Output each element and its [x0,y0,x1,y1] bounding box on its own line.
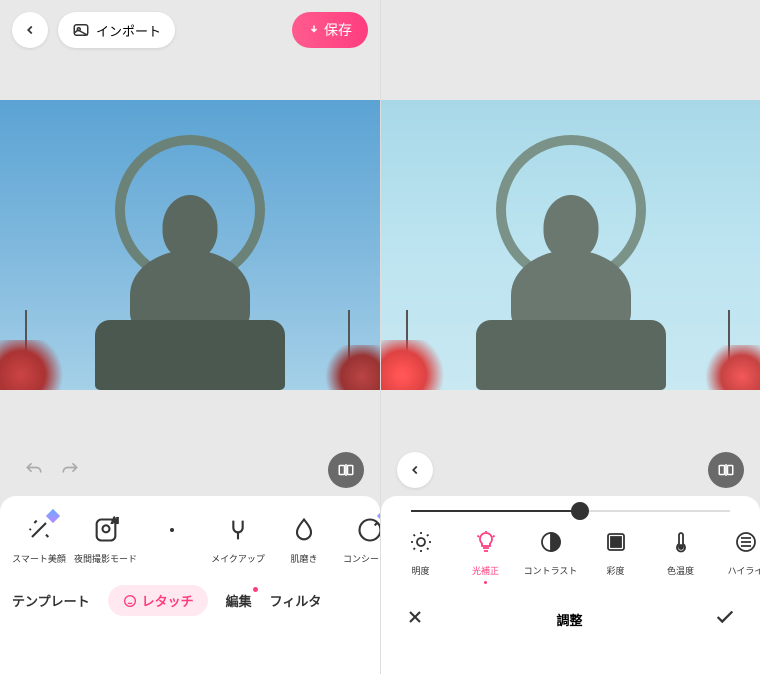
adj-contrast[interactable]: コントラスト [519,528,582,584]
tool-concealer[interactable]: コンシーラー [339,514,380,565]
save-label: 保存 [324,20,352,40]
adj-highlight[interactable]: ハイライ [714,528,760,584]
import-label: インポート [96,21,161,40]
panel-title: 調整 [425,610,714,629]
slider-thumb[interactable] [571,502,589,520]
tab-filter[interactable]: フィルタ [270,591,322,610]
save-button[interactable]: 保存 [292,12,368,48]
history-bar [0,445,380,495]
left-panel: インポート 保存 スマート美顔 AI 夜間撮影モード [0,0,380,674]
adj-light-correct[interactable]: 光補正 [454,528,517,584]
bottom-panel: スマート美顔 AI 夜間撮影モード メイクアップ 肌磨き コンシーラー テ [0,496,380,674]
adjustments-row: 明度 光補正 コントラスト 彩度 色温度 ハイライ [381,516,760,596]
tab-retouch[interactable]: レタッチ [108,585,208,616]
compare-button-right[interactable] [708,452,744,488]
confirm-button[interactable] [714,606,736,633]
svg-text:AI: AI [111,518,118,525]
adj-saturation[interactable]: 彩度 [584,528,647,584]
redo-button[interactable] [52,452,88,488]
tool-smart-beauty[interactable]: スマート美顔 [8,514,70,565]
download-icon [308,24,320,36]
tab-template[interactable]: テンプレート [12,591,90,610]
tabs-row: テンプレート レタッチ 編集 フィルタ [0,577,380,632]
undo-button[interactable] [16,452,52,488]
slider[interactable] [381,496,760,516]
photo-preview[interactable] [0,100,380,390]
tool-makeup[interactable]: メイクアップ [207,514,269,565]
import-button[interactable]: インポート [58,12,175,48]
tool-skin[interactable]: 肌磨き [273,514,335,565]
back-button[interactable] [12,12,48,48]
compare-button[interactable] [328,452,364,488]
top-bar: インポート 保存 [0,0,380,60]
confirm-bar: 調整 [381,596,760,651]
history-bar-right [381,445,760,495]
tool-night-mode[interactable]: AI 夜間撮影モード [74,514,137,565]
tab-edit[interactable]: 編集 [226,591,252,610]
collapse-button[interactable] [397,452,433,488]
tools-row: スマート美顔 AI 夜間撮影モード メイクアップ 肌磨き コンシーラー テ [0,496,380,577]
adj-temperature[interactable]: 色温度 [649,528,712,584]
face-icon [122,593,138,609]
tool-separator [141,514,203,565]
photo-preview-adjusted[interactable] [381,100,760,390]
right-panel: 明度 光補正 コントラスト 彩度 色温度 ハイライ [380,0,760,674]
adjust-panel: 明度 光補正 コントラスト 彩度 色温度 ハイライ [381,496,760,674]
import-icon [72,21,90,39]
cancel-button[interactable] [405,607,425,632]
adj-brightness[interactable]: 明度 [389,528,452,584]
